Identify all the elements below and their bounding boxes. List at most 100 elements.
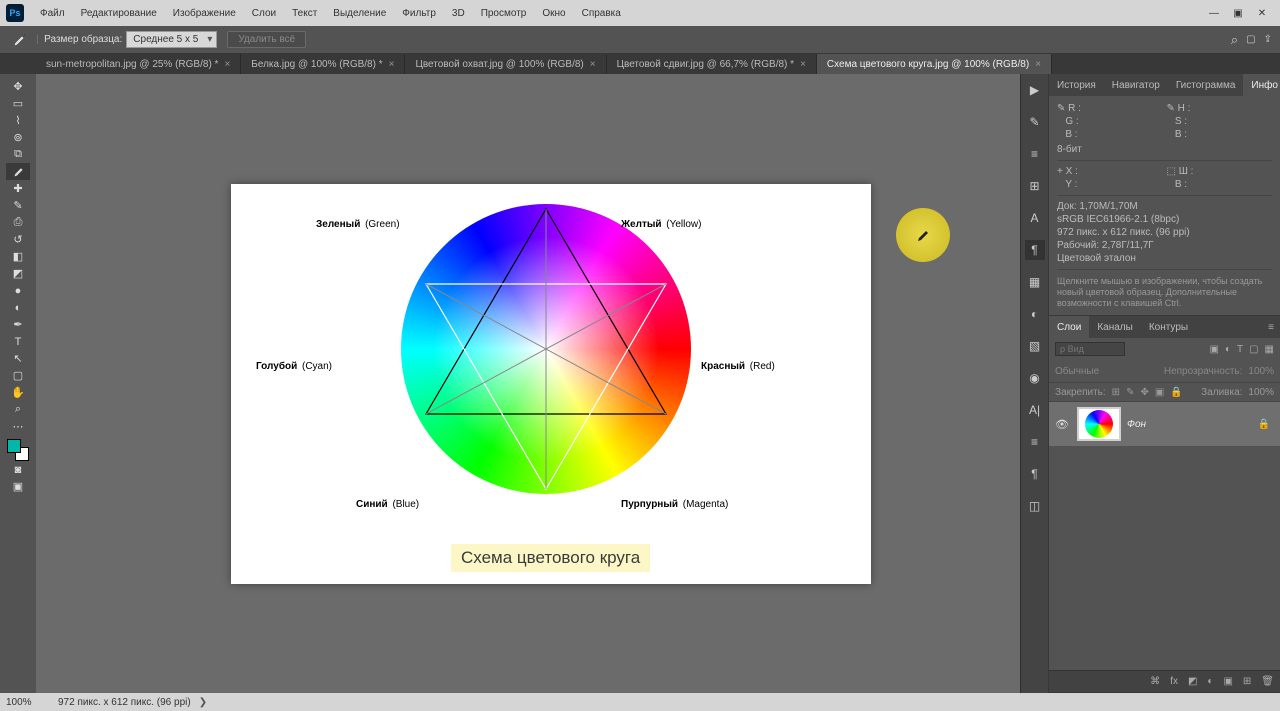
menu-image[interactable]: Изображение [165,8,244,19]
actions-icon[interactable]: ◐ [1025,304,1045,324]
tab-paths[interactable]: Контуры [1141,316,1196,338]
canvas-area[interactable]: Зеленый (Green) Желтый (Yellow) Голубой … [36,74,1020,693]
search-icon[interactable]: ⌕ [1231,32,1238,48]
tab-gamut[interactable]: Цветовой охват.jpg @ 100% (RGB/8)× [405,54,606,74]
menu-view[interactable]: Просмотр [473,8,535,19]
quick-select-tool[interactable]: ⊚ [6,129,30,146]
lock-artboard-icon[interactable]: ▣ [1155,387,1164,398]
crop-tool[interactable]: ⧉ [6,146,30,163]
dodge-tool[interactable]: ◐ [6,299,30,316]
sample-size-dropdown[interactable]: Среднее 5 x 5 [126,31,217,48]
screen-mode[interactable]: ▣ [6,478,30,495]
filter-shape-icon[interactable]: ▢ [1249,344,1258,355]
close-icon[interactable]: × [224,59,230,70]
fill-value[interactable]: 100% [1248,387,1274,398]
panel-menu-icon[interactable]: ≡ [1262,316,1280,338]
filter-image-icon[interactable]: ▣ [1209,344,1218,355]
layer-name[interactable]: Фон [1127,419,1252,430]
tab-sun-metropolitan[interactable]: sun-metropolitan.jpg @ 25% (RGB/8) *× [36,54,241,74]
char-panel-icon[interactable]: A| [1025,400,1045,420]
status-menu-icon[interactable]: ❯ [199,697,207,708]
pen-tool[interactable]: ✒ [6,316,30,333]
tab-color-wheel[interactable]: Схема цветового круга.jpg @ 100% (RGB/8)… [817,54,1052,74]
close-icon[interactable]: × [800,59,806,70]
blend-mode-dropdown[interactable]: Обычные [1055,366,1099,377]
minimize-button[interactable]: — [1202,3,1226,23]
close-icon[interactable]: × [389,59,395,70]
healing-tool[interactable]: ✚ [6,180,30,197]
link-icon[interactable]: ⌘ [1150,676,1160,687]
eraser-tool[interactable]: ◧ [6,248,30,265]
trash-icon[interactable]: 🗑 [1261,676,1274,687]
adjustment-icon[interactable]: ◐ [1207,676,1213,687]
hand-tool[interactable]: ✋ [6,384,30,401]
lock-pixels-icon[interactable]: ✎ [1126,387,1134,398]
menu-text[interactable]: Текст [284,8,325,19]
menu-help[interactable]: Справка [574,8,629,19]
menu-layers[interactable]: Слои [244,8,284,19]
lock-position-icon[interactable]: ✥ [1140,387,1148,398]
tab-layers[interactable]: Слои [1049,316,1089,338]
filter-adjust-icon[interactable]: ◐ [1225,344,1231,355]
menu-filter[interactable]: Фильтр [394,8,444,19]
move-tool[interactable]: ✥ [6,78,30,95]
restore-button[interactable]: ▣ [1226,3,1250,23]
type-tool[interactable]: T [6,333,30,350]
libraries-icon[interactable]: ▧ [1025,336,1045,356]
edit-toolbar[interactable]: ⋯ [6,418,30,435]
lock-all-icon[interactable]: 🔒 [1170,387,1182,398]
gradient-tool[interactable]: ◩ [6,265,30,282]
filter-type-icon[interactable]: T [1237,344,1243,355]
tab-shift[interactable]: Цветовой сдвиг.jpg @ 66,7% (RGB/8) *× [607,54,817,74]
delete-all-button[interactable]: Удалить всё [227,31,306,48]
eyedropper-tool[interactable] [6,163,30,180]
menu-window[interactable]: Окно [534,8,573,19]
workspace-icon[interactable]: ▢ [1246,34,1255,45]
layer-filter-input[interactable] [1055,342,1125,356]
para-panel-icon[interactable]: ≡ [1025,432,1045,452]
fx-icon[interactable]: fx [1170,676,1178,687]
tab-info[interactable]: Инфо [1243,74,1280,96]
menu-3d[interactable]: 3D [444,8,473,19]
adjustments-icon[interactable]: ≡ [1025,144,1045,164]
layer-thumbnail[interactable] [1077,407,1121,441]
blur-tool[interactable]: ● [6,282,30,299]
close-icon[interactable]: × [1035,59,1041,70]
group-icon[interactable]: ▣ [1223,676,1232,687]
share-icon[interactable]: ⇪ [1264,34,1272,45]
mask-icon[interactable]: ◩ [1188,676,1197,687]
paragraph-icon[interactable]: ¶ [1025,240,1045,260]
opacity-value[interactable]: 100% [1248,366,1274,377]
styles-icon[interactable]: ▦ [1025,272,1045,292]
tab-histogram[interactable]: Гистограмма [1168,74,1244,96]
zoom-tool[interactable]: ⌕ [6,401,30,418]
character-icon[interactable]: A [1025,208,1045,228]
swatches-icon[interactable]: ⊞ [1025,176,1045,196]
lasso-tool[interactable]: ⌇ [6,112,30,129]
tab-history[interactable]: История [1049,74,1104,96]
quick-mask[interactable]: ◙ [6,461,30,478]
history-brush-tool[interactable]: ↺ [6,231,30,248]
comments-icon[interactable]: ◫ [1025,496,1045,516]
stamp-tool[interactable]: ⎙ [6,214,30,231]
brush-tool[interactable]: ✎ [6,197,30,214]
path-tool[interactable]: ↖ [6,350,30,367]
tab-belka[interactable]: Белка.jpg @ 100% (RGB/8) *× [241,54,405,74]
menu-edit[interactable]: Редактирование [73,8,165,19]
shape-tool[interactable]: ▢ [6,367,30,384]
filter-smart-icon[interactable]: ▦ [1265,344,1274,355]
menu-file[interactable]: Файл [32,8,73,19]
glyphs-icon[interactable]: ¶ [1025,464,1045,484]
visibility-icon[interactable]: 👁 [1053,418,1071,431]
foreground-swatch[interactable] [7,439,21,453]
color-swatches[interactable] [7,439,29,461]
new-layer-icon[interactable]: ⊞ [1243,676,1251,687]
brush-settings-icon[interactable]: ✎ [1025,112,1045,132]
layer-row[interactable]: 👁 Фон 🔒 [1049,402,1280,446]
properties-icon[interactable]: ◉ [1025,368,1045,388]
tab-channels[interactable]: Каналы [1089,316,1141,338]
menu-select[interactable]: Выделение [325,8,394,19]
play-icon[interactable]: ▶ [1025,80,1045,100]
lock-transparency-icon[interactable]: ⊞ [1112,387,1120,398]
close-button[interactable]: ✕ [1250,3,1274,23]
